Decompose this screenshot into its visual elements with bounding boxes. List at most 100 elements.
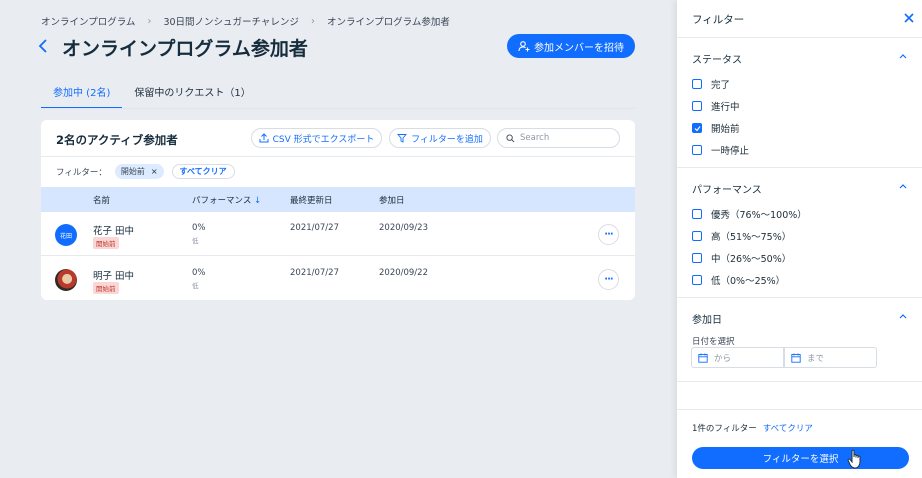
status-badge: 開始前 [93, 237, 119, 249]
tabs-divider [41, 108, 635, 109]
invite-members-label: 参加メンバーを招待 [534, 42, 624, 54]
column-header-joined[interactable]: 参加日 [379, 194, 405, 206]
chevron-up-icon[interactable] [898, 312, 908, 320]
more-actions-icon[interactable]: ··· [598, 269, 619, 290]
export-csv-button[interactable]: CSV 形式でエクスポート [251, 128, 382, 148]
calendar-icon [791, 353, 801, 363]
filter-chip-label: 開始前 [120, 167, 145, 176]
option-label: 完了 [711, 80, 731, 91]
breadcrumb: オンラインプログラム › 30日間ノンシュガーチャレンジ › オンラインプログラ… [41, 14, 450, 29]
checkbox[interactable] [692, 145, 702, 155]
more-actions-icon[interactable]: ··· [598, 224, 619, 245]
back-arrow-icon[interactable] [38, 36, 52, 56]
filter-panel: フィルター ステータス 完了 進行中 開始前 一時停止 パフォーマンス 優秀（7… [677, 0, 922, 478]
check-icon [694, 125, 700, 131]
column-header-name[interactable]: 名前 [93, 194, 110, 206]
footer-clear-all-link[interactable]: すべてクリア [763, 422, 813, 434]
filter-panel-footer: 1件のフィルター すべてクリア フィルターを選択 [677, 409, 922, 478]
calendar-icon [698, 353, 708, 363]
filter-panel-header: フィルター [677, 0, 922, 38]
date-from-placeholder: から [714, 353, 732, 364]
tab-pending-requests[interactable]: 保留中のリクエスト（1） [122, 80, 262, 109]
join-date-section-title: 参加日 [692, 315, 722, 326]
add-filter-label: フィルターを追加 [411, 134, 483, 145]
status-section: ステータス 完了 進行中 開始前 一時停止 [677, 38, 922, 168]
joined-date: 2020/09/22 [379, 268, 428, 278]
breadcrumb-item[interactable]: オンラインプログラム [41, 14, 135, 28]
last-updated-date: 2021/07/27 [290, 268, 339, 278]
date-select-label: 日付を選択 [692, 337, 735, 347]
option-label: 低（0%〜25%） [711, 276, 786, 287]
performance-section: パフォーマンス 優秀（76%〜100%） 高（51%〜75%） 中（26%〜50… [677, 168, 922, 298]
table-row[interactable]: 花田 花子 田中 開始前 0% 低 2021/07/27 2020/09/23 … [41, 212, 635, 256]
performance-option-medium[interactable]: 中（26%〜50%） [692, 251, 791, 265]
add-filter-button[interactable]: フィルターを追加 [389, 128, 491, 148]
performance-option-excellent[interactable]: 優秀（76%〜100%） [692, 207, 807, 221]
option-label: 進行中 [711, 102, 740, 113]
status-option-in-progress[interactable]: 進行中 [692, 99, 740, 113]
performance-value: 0% [192, 268, 206, 278]
search-input[interactable] [520, 133, 610, 143]
checkbox[interactable] [692, 231, 702, 241]
option-label: 一時停止 [711, 146, 750, 157]
status-option-complete[interactable]: 完了 [692, 77, 730, 91]
card-title: 2名のアクティブ参加者 [56, 133, 178, 147]
clear-all-filters-button[interactable]: すべてクリア [171, 164, 235, 179]
close-icon[interactable] [903, 12, 915, 24]
filter-count: 1件のフィルター すべてクリア [692, 422, 813, 434]
filter-chip[interactable]: 開始前 × [114, 164, 164, 179]
performance-section-title: パフォーマンス [692, 185, 762, 196]
table-row[interactable]: 明子 田中 開始前 0% 低 2021/07/27 2020/09/22 ··· [41, 257, 635, 300]
active-filters-row: フィルター： 開始前 × すべてクリア [56, 164, 235, 179]
close-icon[interactable]: × [151, 167, 158, 176]
column-header-last-updated[interactable]: 最終更新日 [290, 194, 333, 206]
participant-name: 花子 田中 [93, 226, 135, 237]
page-title: オンラインプログラム参加者 [62, 38, 308, 60]
option-label: 開始前 [711, 124, 740, 135]
performance-option-low[interactable]: 低（0%〜25%） [692, 273, 785, 287]
checkbox-checked[interactable] [692, 123, 702, 133]
filter-icon [397, 134, 408, 143]
joined-date: 2020/09/23 [379, 223, 428, 233]
chevron-up-icon[interactable] [898, 182, 908, 190]
avatar [55, 269, 77, 291]
invite-members-button[interactable]: 参加メンバーを招待 [507, 34, 635, 58]
status-badge: 開始前 [93, 282, 119, 294]
last-updated-date: 2021/07/27 [290, 223, 339, 233]
filter-count-text: 1件のフィルター [692, 424, 757, 434]
chevron-right-icon: › [147, 15, 152, 27]
search-icon [506, 133, 515, 142]
status-option-not-started[interactable]: 開始前 [692, 121, 740, 135]
date-to-field[interactable]: まで [784, 347, 877, 368]
chevron-right-icon: › [310, 15, 315, 27]
table-header: 名前 パフォーマンス ↓ 最終更新日 参加日 [41, 187, 635, 212]
search-box[interactable] [497, 128, 620, 148]
performance-option-high[interactable]: 高（51%〜75%） [692, 229, 791, 243]
export-csv-label: CSV 形式でエクスポート [272, 134, 375, 145]
performance-level: 低 [192, 237, 199, 245]
breadcrumb-item[interactable]: 30日間ノンシュガーチャレンジ [163, 14, 299, 28]
checkbox[interactable] [692, 101, 702, 111]
chevron-up-icon[interactable] [898, 52, 908, 60]
column-header-performance[interactable]: パフォーマンス ↓ [192, 194, 261, 206]
date-to-placeholder: まで [807, 353, 825, 364]
tab-active-participants[interactable]: 参加中 (2名) [41, 80, 123, 109]
card-divider [41, 156, 635, 157]
date-from-field[interactable]: から [691, 347, 784, 368]
apply-filters-button[interactable]: フィルターを選択 [692, 447, 909, 469]
sort-down-icon: ↓ [254, 196, 262, 206]
checkbox[interactable] [692, 275, 702, 285]
option-label: 中（26%〜50%） [711, 254, 792, 265]
avatar: 花田 [55, 224, 77, 246]
status-option-paused[interactable]: 一時停止 [692, 143, 749, 157]
checkbox[interactable] [692, 209, 702, 219]
breadcrumb-item-current: オンラインプログラム参加者 [326, 17, 450, 28]
checkbox[interactable] [692, 253, 702, 263]
column-header-performance-label: パフォーマンス [192, 196, 252, 206]
option-label: 優秀（76%〜100%） [711, 210, 807, 221]
join-date-section: 参加日 日付を選択 から まで [677, 298, 922, 382]
performance-level: 低 [192, 282, 199, 290]
checkbox[interactable] [692, 79, 702, 89]
participant-name: 明子 田中 [93, 271, 135, 282]
export-icon [259, 133, 269, 143]
